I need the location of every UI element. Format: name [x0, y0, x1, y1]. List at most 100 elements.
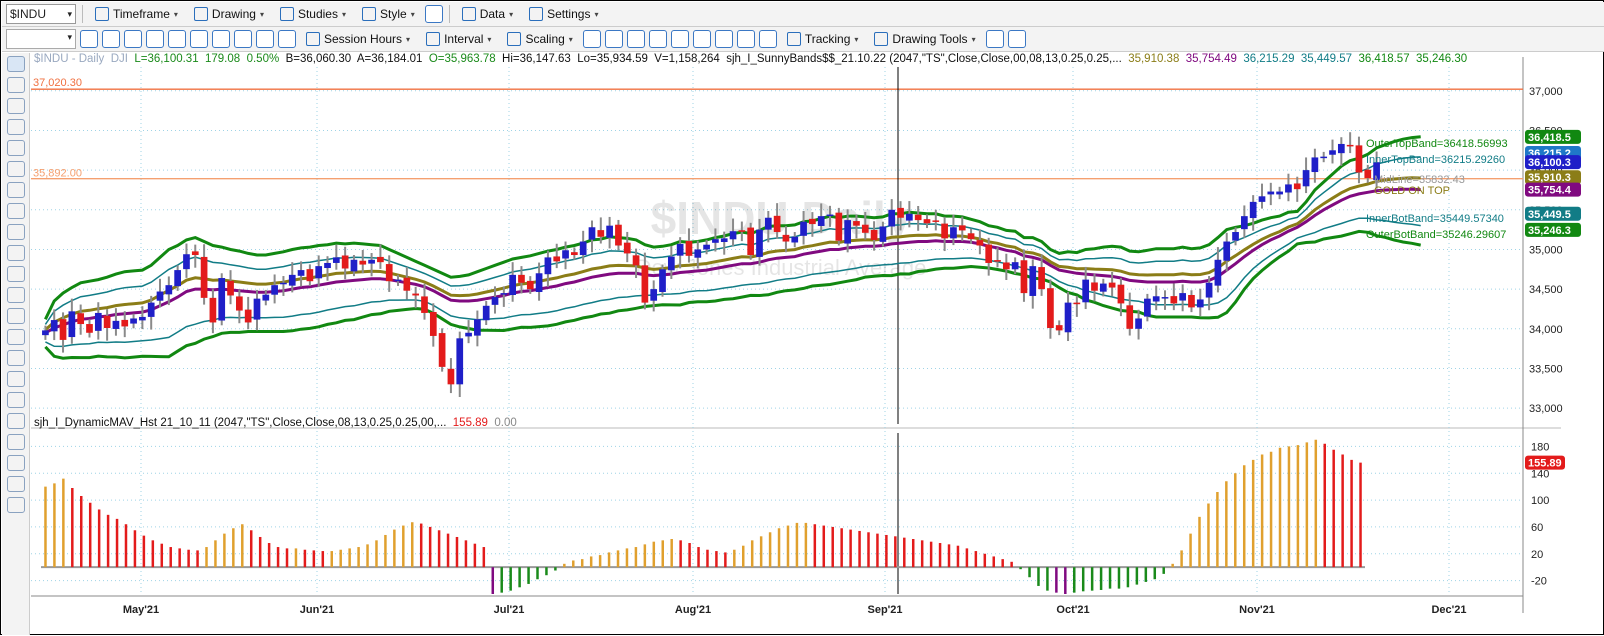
outer-bottom-band-label: OuterBotBand=35246.29607	[1366, 229, 1506, 241]
osc-tick-label: 60	[1531, 522, 1543, 534]
candle	[976, 240, 984, 246]
candle	[870, 229, 878, 240]
horizontal-line-mid-label: 35,892.00	[33, 168, 82, 180]
candle	[844, 220, 851, 244]
candle	[130, 318, 137, 324]
candle	[738, 230, 746, 232]
candle	[1188, 295, 1195, 308]
candle	[720, 238, 728, 243]
time-tick-label: May'21	[123, 604, 159, 616]
candle	[712, 239, 719, 243]
candle	[482, 305, 490, 321]
price-tick-label: 34,000	[1529, 324, 1563, 336]
inner-bottom-band-label: InnerBotBand=35449.57340	[1366, 213, 1504, 225]
candle	[632, 255, 640, 266]
bid-price: B=36,060.30	[285, 53, 352, 65]
candle	[429, 311, 437, 336]
osc-tick-label: 140	[1531, 468, 1549, 480]
open-price: O=35,963.78	[428, 53, 496, 65]
candle	[606, 225, 613, 238]
indicator2-zero: 0.00	[494, 417, 517, 429]
candle	[377, 256, 384, 263]
candle	[1135, 318, 1142, 329]
candle	[791, 236, 799, 243]
candle	[764, 217, 772, 230]
candle	[262, 294, 270, 301]
candle	[756, 229, 763, 257]
price-tick-label: 34,500	[1529, 284, 1563, 296]
candle	[1355, 145, 1363, 173]
candle	[1002, 262, 1010, 270]
candle	[967, 233, 975, 240]
exchange-label: DJI	[110, 53, 128, 65]
candle	[985, 244, 993, 263]
candle	[350, 259, 358, 272]
candle	[1337, 143, 1345, 154]
candle	[438, 333, 446, 367]
candle	[68, 311, 76, 338]
candle	[676, 243, 684, 256]
candle	[553, 256, 561, 262]
study-value-4: 35,449.57	[1300, 53, 1353, 65]
time-tick-label: Sep'21	[867, 604, 902, 616]
candle	[385, 264, 393, 282]
symbol-title: $INDU - Daily	[34, 53, 105, 65]
candle	[500, 293, 508, 295]
candle	[906, 213, 913, 221]
candle	[1346, 144, 1354, 147]
price-tag-text: 36,100.3	[1528, 157, 1571, 169]
oscillator-pane	[31, 433, 1523, 594]
candle	[1126, 305, 1134, 329]
candle	[77, 313, 85, 325]
candle	[341, 255, 349, 269]
candle	[941, 223, 948, 239]
candle	[465, 332, 472, 337]
candle	[703, 244, 710, 250]
candle	[685, 241, 693, 256]
candle	[1205, 282, 1213, 298]
candle	[139, 316, 146, 321]
candle	[165, 285, 173, 295]
candle	[50, 320, 58, 332]
price-pane	[31, 67, 1523, 424]
price-tick-label: 37,000	[1529, 86, 1563, 98]
candle	[1214, 259, 1222, 286]
candle	[332, 257, 340, 263]
last-price: L=36,100.31	[134, 53, 199, 65]
study-label: sjh_I_SunnyBands$$_21.10.22 (2047,"TS",C…	[726, 53, 1122, 65]
candle	[526, 280, 534, 290]
candle	[156, 291, 164, 301]
candle	[236, 296, 243, 311]
candle	[1047, 288, 1054, 329]
candle	[932, 220, 940, 222]
time-tick-label: Nov'21	[1239, 604, 1275, 616]
candle	[1232, 232, 1239, 241]
candle	[253, 298, 261, 320]
price-tag-text: 36,418.5	[1528, 132, 1571, 144]
candle	[958, 225, 966, 231]
candle	[1011, 262, 1019, 270]
study-value-3: 36,215.29	[1243, 53, 1295, 65]
candle	[923, 219, 931, 224]
price-tag-text: 35,754.4	[1528, 185, 1572, 197]
candle	[641, 265, 649, 303]
candle	[59, 319, 67, 340]
candle	[1179, 293, 1186, 301]
candle	[1144, 298, 1151, 317]
chart-header: $INDU - Daily DJI L=36,100.31 179.08 0.5…	[34, 53, 1467, 65]
candle	[950, 227, 957, 239]
candle	[147, 302, 155, 317]
candle	[1170, 296, 1178, 304]
candle	[826, 214, 834, 217]
candle	[1364, 169, 1372, 179]
study-value-2: 35,754.49	[1185, 53, 1237, 65]
chart-svg[interactable]: 33,00033,50034,00034,50035,00035,50036,0…	[1, 1, 1604, 636]
candle	[817, 216, 825, 226]
candle	[200, 256, 208, 298]
candle	[1073, 302, 1081, 305]
candle	[1223, 241, 1231, 261]
candle	[271, 285, 278, 295]
candle	[1196, 299, 1204, 308]
candle	[1029, 266, 1037, 296]
candle	[288, 274, 296, 286]
